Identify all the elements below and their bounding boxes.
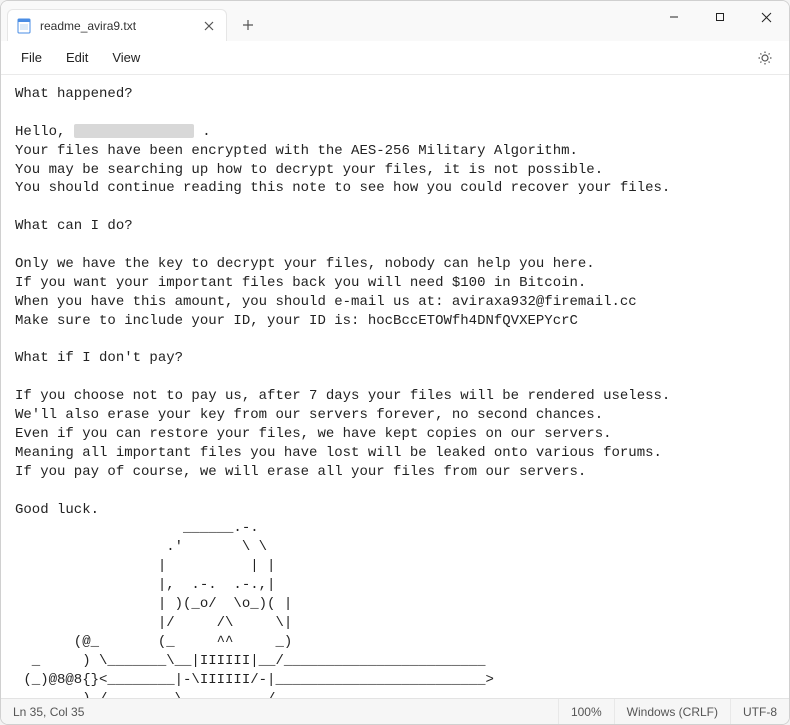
text-line: If you choose not to pay us, after 7 day… (15, 388, 670, 404)
close-window-button[interactable] (743, 1, 789, 33)
text-editor-content[interactable]: What happened? Hello, . Your files have … (1, 75, 789, 698)
status-encoding: UTF-8 (731, 699, 789, 724)
menu-view[interactable]: View (102, 46, 150, 69)
text-line: Hello, (15, 124, 74, 140)
ascii-art: ______.-. .' \ \ | | | |, .-. .-.,| | )(… (15, 520, 494, 698)
text-line: What happened? (15, 86, 133, 102)
text-line: If you pay of course, we will erase all … (15, 464, 586, 480)
text-line: If you want your important files back yo… (15, 275, 586, 291)
status-zoom[interactable]: 100% (559, 699, 615, 724)
text-line: What can I do? (15, 218, 133, 234)
menu-edit[interactable]: Edit (56, 46, 98, 69)
file-tab[interactable]: readme_avira9.txt (7, 9, 227, 41)
text-line: Meaning all important files you have los… (15, 445, 662, 461)
tab-title: readme_avira9.txt (40, 19, 136, 33)
notepad-icon (16, 18, 32, 34)
text-line: What if I don't pay? (15, 350, 183, 366)
text-line: We'll also erase your key from our serve… (15, 407, 603, 423)
maximize-button[interactable] (697, 1, 743, 33)
window-controls (651, 1, 789, 41)
text-line: Make sure to include your ID, your ID is… (15, 313, 578, 329)
text-line: Only we have the key to decrypt your fil… (15, 256, 595, 272)
menubar: File Edit View (1, 41, 789, 75)
status-line-ending: Windows (CRLF) (615, 699, 731, 724)
redacted-text (74, 124, 194, 138)
settings-button[interactable] (751, 44, 779, 72)
close-tab-icon[interactable] (200, 17, 218, 35)
text-line: When you have this amount, you should e-… (15, 294, 637, 310)
text-line: Good luck. (15, 502, 99, 518)
status-cursor-position: Ln 35, Col 35 (1, 699, 559, 724)
menu-file[interactable]: File (11, 46, 52, 69)
gear-icon (757, 50, 773, 66)
text-line: You should continue reading this note to… (15, 180, 670, 196)
minimize-button[interactable] (651, 1, 697, 33)
new-tab-button[interactable] (233, 10, 263, 40)
statusbar: Ln 35, Col 35 100% Windows (CRLF) UTF-8 (1, 698, 789, 724)
notepad-window: readme_avira9.txt File Edit View (0, 0, 790, 725)
text-line: . (194, 124, 211, 140)
text-line: You may be searching up how to decrypt y… (15, 162, 603, 178)
text-line: Your files have been encrypted with the … (15, 143, 578, 159)
titlebar: readme_avira9.txt (1, 1, 789, 41)
tab-strip: readme_avira9.txt (1, 1, 651, 41)
text-line: Even if you can restore your files, we h… (15, 426, 612, 442)
